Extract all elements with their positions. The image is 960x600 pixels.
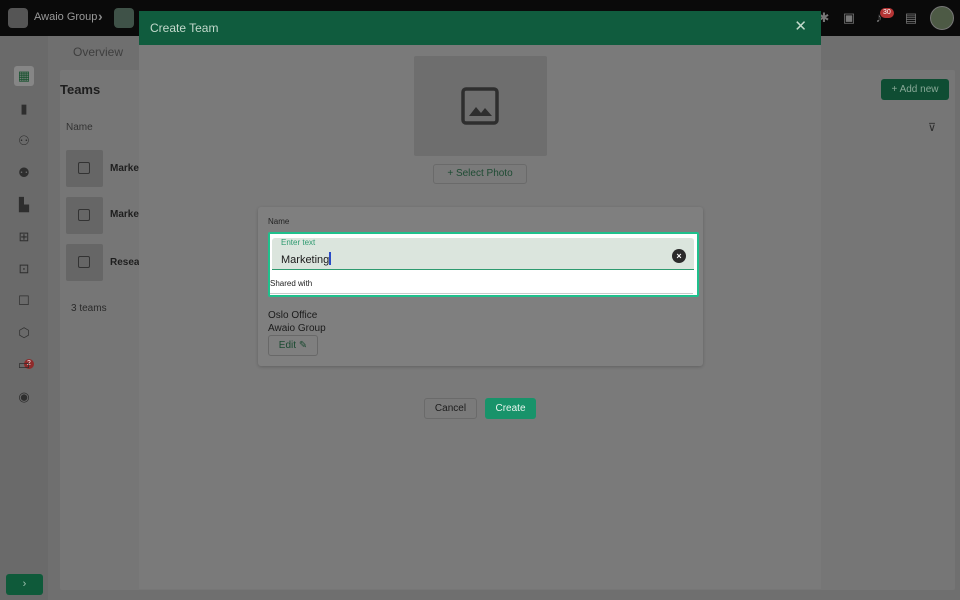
dialog-header: Create Team ✕ bbox=[139, 11, 821, 45]
sidebar: ▦ ▮ ⚇ ⚉ ▙ ⊞ ⊡ ☐ ⬡ 2 ▭ ◉ › bbox=[0, 36, 48, 600]
building-icon[interactable]: ▙ bbox=[14, 195, 34, 215]
add-new-button[interactable]: + Add new bbox=[881, 79, 949, 100]
team-row-name[interactable]: Marke bbox=[110, 209, 139, 220]
teams-count: 3 teams bbox=[71, 303, 107, 314]
name-field-highlight: Enter text Marketing × Shared with bbox=[268, 232, 699, 297]
team-thumbnail bbox=[66, 244, 103, 281]
clear-icon[interactable]: × bbox=[672, 249, 686, 263]
image-icon bbox=[78, 162, 90, 174]
page-title: Teams bbox=[60, 82, 101, 97]
chevron-right-icon: › bbox=[98, 8, 103, 24]
camera-icon[interactable]: ▣ bbox=[841, 10, 857, 26]
column-header-name: Name bbox=[66, 122, 93, 133]
team-thumbnail bbox=[66, 150, 103, 187]
create-team-dialog: Create Team ✕ + Select Photo Name Oslo O… bbox=[139, 11, 821, 589]
dashboard-icon[interactable]: ▦ bbox=[14, 66, 34, 86]
name-input[interactable]: Enter text Marketing × bbox=[272, 238, 694, 270]
org-avatar[interactable] bbox=[8, 8, 28, 28]
shared-with-item: Awaio Group bbox=[268, 323, 326, 334]
image-icon bbox=[78, 256, 90, 268]
dialog-title: Create Team bbox=[150, 21, 219, 35]
photo-placeholder[interactable] bbox=[414, 56, 547, 156]
user-avatar[interactable] bbox=[930, 6, 954, 30]
team-row-name[interactable]: Marke bbox=[110, 163, 139, 174]
tab-overview[interactable]: Overview bbox=[73, 45, 123, 59]
text-caret bbox=[329, 252, 331, 265]
edit-button-label: Edit bbox=[278, 340, 297, 351]
shared-with-item: Oslo Office bbox=[268, 310, 318, 321]
team-row-name[interactable]: Resea bbox=[110, 257, 139, 268]
money-icon[interactable]: ▭ bbox=[14, 355, 34, 375]
apps-icon[interactable]: ⊞ bbox=[14, 227, 34, 247]
notification-badge: 30 bbox=[880, 8, 894, 18]
name-label: Name bbox=[268, 217, 290, 226]
shared-with-label: Shared with bbox=[270, 279, 313, 288]
edit-shared-button[interactable]: Edit ✎ bbox=[268, 335, 318, 356]
breadcrumb-org[interactable]: Awaio Group bbox=[34, 11, 97, 23]
team-thumbnail bbox=[66, 197, 103, 234]
filter-icon[interactable]: ⊽ bbox=[928, 121, 936, 134]
broadcast-icon[interactable]: ◉ bbox=[14, 387, 34, 407]
name-input-value: Marketing bbox=[281, 254, 330, 266]
name-input-value-wrap: Marketing bbox=[281, 252, 331, 266]
lock-icon[interactable]: ⊡ bbox=[14, 259, 34, 279]
chat-icon[interactable]: ☐ bbox=[14, 291, 34, 311]
pencil-icon: ✎ bbox=[298, 340, 308, 351]
close-icon[interactable]: ✕ bbox=[794, 19, 807, 35]
box-icon[interactable]: ⬡ bbox=[14, 323, 34, 343]
workspace-avatar[interactable] bbox=[114, 8, 134, 28]
create-button[interactable]: Create bbox=[485, 398, 536, 419]
bar-chart-icon[interactable]: ▮ bbox=[14, 99, 34, 119]
groups-icon[interactable]: ⚉ bbox=[14, 163, 34, 183]
image-icon bbox=[78, 209, 90, 221]
expand-sidebar-button[interactable]: › bbox=[6, 574, 43, 595]
image-placeholder-icon bbox=[461, 87, 499, 125]
name-input-floating-label: Enter text bbox=[281, 238, 316, 247]
users-icon[interactable]: ⚇ bbox=[14, 131, 34, 151]
divider bbox=[270, 293, 693, 294]
cancel-button[interactable]: Cancel bbox=[424, 398, 477, 419]
messages-icon[interactable]: ▤ bbox=[903, 10, 919, 26]
select-photo-button[interactable]: + Select Photo bbox=[433, 164, 527, 184]
